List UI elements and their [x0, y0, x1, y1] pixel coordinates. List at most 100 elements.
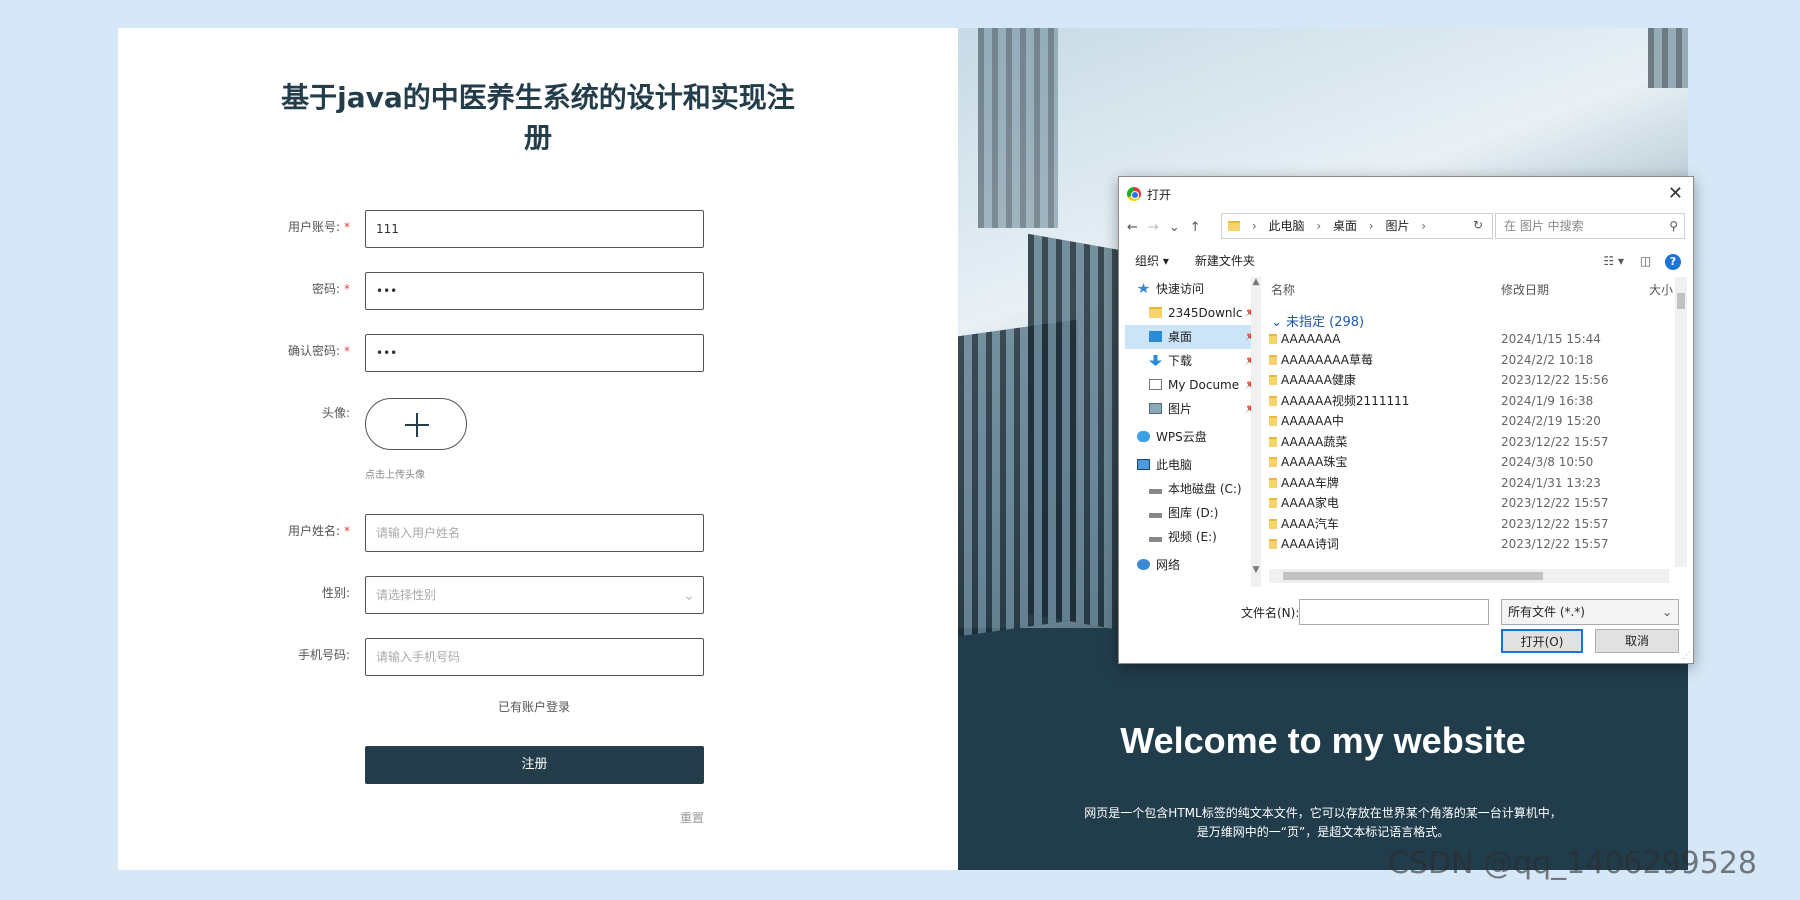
file-name: AAAAA蔬菜 — [1281, 434, 1348, 449]
nav-item-label: WPS云盘 — [1156, 430, 1207, 444]
file-row[interactable]: AAAAAAAA草莓 2024/2/2 10:18 — [1269, 350, 1673, 370]
avatar-hint: 点击上传头像 — [365, 470, 425, 481]
file-row[interactable]: AAAAAA健康 2023/12/22 15:56 — [1269, 370, 1673, 390]
file-date: 2024/1/15 15:44 — [1501, 332, 1601, 346]
password-input[interactable]: ••• — [365, 272, 704, 310]
file-row[interactable]: AAAA家电 2023/12/22 15:57 — [1269, 493, 1673, 513]
file-date: 2023/12/22 15:57 — [1501, 537, 1609, 551]
close-icon[interactable]: ✕ — [1668, 183, 1683, 204]
login-link[interactable]: 已有账户登录 — [498, 698, 570, 715]
folder-icon — [1269, 539, 1277, 549]
forward-icon[interactable]: → — [1148, 220, 1159, 235]
account-row: 用户账号: * 111 — [118, 210, 958, 250]
desktop-icon — [1149, 331, 1162, 342]
filetype-select[interactable]: 所有文件 (*.*) ⌄ — [1501, 599, 1679, 625]
password-row: 密码: * ••• — [118, 272, 958, 312]
breadcrumb-this-pc[interactable]: 此电脑 — [1268, 219, 1304, 233]
nav-item[interactable]: 图片📌 — [1125, 397, 1259, 421]
folder-icon — [1269, 395, 1277, 406]
file-date: 2024/1/9 16:38 — [1501, 393, 1594, 408]
scrollbar-thumb[interactable] — [1283, 572, 1543, 580]
phone-input[interactable]: 请输入手机号码 — [365, 638, 704, 676]
confirm-password-input[interactable]: ••• — [365, 334, 704, 372]
resize-grip-icon[interactable]: ⋰ — [1682, 651, 1691, 661]
register-form-panel: 基于java的中医养生系统的设计和实现注册 用户账号: * 111 密码: * ••… — [118, 28, 958, 870]
nav-item[interactable]: 快速访问 — [1125, 277, 1259, 301]
pictures-icon — [1149, 403, 1162, 414]
column-size[interactable]: 大小 — [1649, 281, 1673, 298]
nav-item-label: 网络 — [1156, 558, 1181, 572]
welcome-heading: Welcome to my website — [1120, 720, 1526, 761]
file-row[interactable]: AAAAAA中 2024/2/19 15:20 — [1269, 411, 1673, 431]
password-label: 密码: — [311, 282, 340, 296]
help-icon[interactable]: ? — [1665, 254, 1681, 270]
account-label: 用户账号: — [287, 220, 340, 234]
file-list: 名称 修改日期 大小 ⌄ 未指定 (298) AAAAAAA 2024/1/15 … — [1269, 277, 1673, 587]
breadcrumb-pictures[interactable]: 图片 — [1385, 219, 1409, 233]
address-bar[interactable]: › 此电脑 › 桌面 › 图片 › — [1221, 213, 1493, 239]
computer-icon — [1137, 459, 1150, 470]
document-icon — [1149, 379, 1162, 390]
drive-icon — [1149, 513, 1162, 518]
view-options-icon[interactable]: ☷ ▾ — [1603, 254, 1624, 268]
nav-item-label: 图库 (D:) — [1168, 506, 1219, 520]
gender-label: 性别: — [321, 586, 350, 600]
cancel-button[interactable]: 取消 — [1595, 629, 1679, 653]
welcome-description: 网页是一个包含HTML标签的纯文本文件，它可以存放在世界某个角落的某一台计算机中… — [1058, 804, 1588, 842]
horizontal-scrollbar[interactable] — [1269, 569, 1669, 583]
file-open-dialog: 打开 ✕ ← → ⌄ ↑ › 此电脑 › 桌面 › 图片 › ↻ 在 图片 中搜索 ⚲ … — [1118, 176, 1694, 664]
nav-scrollbar[interactable]: ▲ ▼ — [1251, 277, 1261, 587]
organize-menu[interactable]: 组织 ▾ — [1135, 254, 1169, 268]
phone-row: 手机号码: 请输入手机号码 — [118, 638, 958, 678]
gender-row: 性别: 请选择性别 ⌄ — [118, 576, 958, 616]
confirm-password-row: 确认密码: * ••• — [118, 334, 958, 374]
nav-item[interactable]: 此电脑 — [1125, 453, 1259, 477]
nav-item[interactable]: WPS云盘 — [1125, 425, 1259, 449]
avatar-upload-button[interactable] — [365, 398, 467, 450]
file-row[interactable]: AAAAA珠宝 2024/3/8 10:50 — [1269, 452, 1673, 472]
new-folder-button[interactable]: 新建文件夹 — [1195, 254, 1255, 268]
gender-placeholder: 请选择性别 — [376, 588, 437, 602]
nav-item[interactable]: 图库 (D:) — [1125, 501, 1259, 525]
register-button[interactable]: 注册 — [365, 746, 704, 784]
folder-icon — [1269, 334, 1277, 344]
phone-label: 手机号码: — [297, 648, 350, 662]
folder-icon — [1269, 375, 1277, 385]
column-date[interactable]: 修改日期 — [1501, 281, 1549, 298]
account-input[interactable]: 111 — [365, 210, 704, 248]
recent-locations-icon[interactable]: ⌄ — [1169, 220, 1180, 235]
nav-item[interactable]: My Docume📌 — [1125, 373, 1259, 397]
back-icon[interactable]: ← — [1127, 220, 1138, 235]
file-row[interactable]: AAAAAAA 2024/1/15 15:44 — [1269, 329, 1673, 349]
name-input[interactable]: 请输入用户姓名 — [365, 514, 704, 552]
file-row[interactable]: AAAAAA视频2111111 2024/1/9 16:38 — [1269, 391, 1673, 411]
required-mark: * — [344, 344, 350, 358]
nav-item[interactable]: 本地磁盘 (C:) — [1125, 477, 1259, 501]
nav-item[interactable]: 2345Downlc📌 — [1125, 301, 1259, 325]
file-row[interactable]: AAAA汽车 2023/12/22 15:57 — [1269, 514, 1673, 534]
column-name[interactable]: 名称 — [1271, 281, 1295, 298]
nav-item-label: My Docume — [1168, 378, 1240, 392]
nav-item[interactable]: 下载📌 — [1125, 349, 1259, 373]
preview-pane-icon[interactable]: ◫ — [1640, 254, 1651, 268]
reset-link[interactable]: 重置 — [680, 809, 704, 826]
nav-item[interactable]: 视频 (E:) — [1125, 525, 1259, 549]
gender-select[interactable]: 请选择性别 ⌄ — [365, 576, 704, 614]
file-row[interactable]: AAAA诗词 2023/12/22 15:57 — [1269, 534, 1673, 554]
breadcrumb-desktop[interactable]: 桌面 — [1333, 219, 1357, 233]
search-input[interactable]: 在 图片 中搜索 ⚲ — [1495, 213, 1685, 239]
file-name: AAAAAA中 — [1281, 414, 1344, 428]
file-date: 2024/1/31 13:23 — [1501, 475, 1601, 490]
scrollbar-thumb[interactable] — [1677, 293, 1685, 309]
open-button[interactable]: 打开(O) — [1501, 629, 1583, 653]
refresh-icon[interactable]: ↻ — [1463, 213, 1493, 239]
file-row[interactable]: AAAAA蔬菜 2023/12/22 15:57 — [1269, 432, 1673, 452]
filename-input[interactable] — [1299, 599, 1489, 625]
name-row: 用户姓名: * 请输入用户姓名 — [118, 514, 958, 554]
name-label: 用户姓名: — [287, 524, 340, 538]
file-row[interactable]: AAAA车牌 2024/1/31 13:23 — [1269, 473, 1673, 493]
list-scrollbar[interactable] — [1675, 277, 1687, 567]
nav-item[interactable]: 桌面📌 — [1125, 325, 1259, 349]
nav-item[interactable]: 网络 — [1125, 553, 1259, 577]
up-folder-icon[interactable]: ↑ — [1190, 220, 1201, 235]
